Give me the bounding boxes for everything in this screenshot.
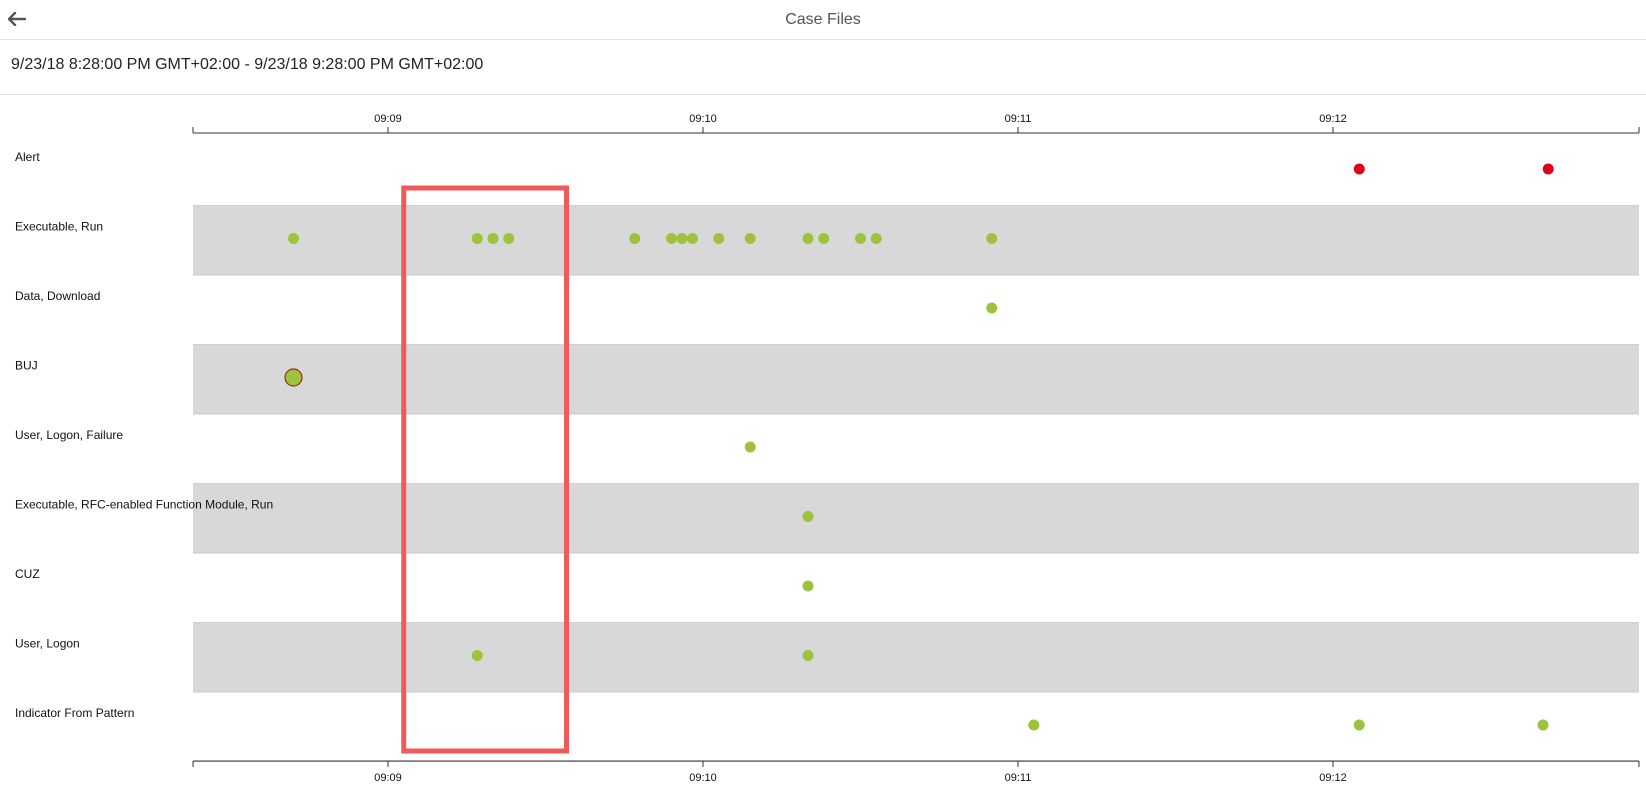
event-dot[interactable] bbox=[802, 580, 814, 592]
page-title: Case Files bbox=[785, 11, 861, 28]
event-dot[interactable] bbox=[802, 650, 814, 661]
event-dot[interactable] bbox=[487, 233, 499, 244]
row-label: User, Logon bbox=[15, 637, 80, 651]
timeline-chart: Alert Executable, Run Data, Download BUJ Use… bbox=[15, 113, 1640, 784]
top-tick-label: 09:10 bbox=[689, 113, 717, 125]
bottom-tick-label: 09:12 bbox=[1319, 772, 1347, 784]
event-dot[interactable] bbox=[802, 233, 814, 244]
time-range-text[interactable]: 9/23/18 8:28:00 PM GMT+02:00 - 9/23/18 9… bbox=[11, 56, 483, 74]
row-label: Executable, RFC-enabled Function Module,… bbox=[15, 498, 273, 512]
top-tick-label: 09:12 bbox=[1319, 113, 1347, 125]
event-dot[interactable] bbox=[986, 302, 998, 314]
event-dot[interactable] bbox=[471, 233, 483, 244]
event-dot[interactable] bbox=[855, 233, 866, 244]
row-label: Alert bbox=[15, 150, 40, 164]
bottom-tick-label: 09:09 bbox=[374, 772, 402, 784]
title-bar: Case Files bbox=[0, 0, 1646, 40]
event-dot[interactable] bbox=[288, 233, 299, 244]
event-dot[interactable] bbox=[1353, 719, 1365, 731]
row-label: User, Logon, Failure bbox=[15, 428, 123, 442]
row-label: Data, Download bbox=[15, 289, 100, 303]
event-bubble[interactable] bbox=[284, 368, 303, 387]
event-dot[interactable] bbox=[744, 441, 756, 453]
bottom-tick-label: 09:10 bbox=[689, 772, 717, 784]
event-dot[interactable] bbox=[744, 233, 756, 244]
event-dot[interactable] bbox=[1028, 719, 1040, 731]
event-dot[interactable] bbox=[666, 233, 677, 244]
event-dot[interactable] bbox=[986, 233, 998, 244]
row-label: CUZ bbox=[15, 567, 40, 581]
event-dot[interactable] bbox=[503, 233, 515, 244]
row-band bbox=[193, 483, 1639, 553]
event-dot[interactable] bbox=[471, 650, 483, 661]
alert-event-dot[interactable] bbox=[1353, 163, 1365, 175]
event-dot[interactable] bbox=[1537, 719, 1549, 731]
time-range-bar: 9/23/18 8:28:00 PM GMT+02:00 - 9/23/18 9… bbox=[0, 40, 1646, 95]
event-dot[interactable] bbox=[713, 233, 725, 244]
row-band bbox=[193, 622, 1639, 692]
event-dot[interactable] bbox=[629, 233, 641, 244]
top-tick-label: 09:11 bbox=[1005, 113, 1032, 125]
row-band bbox=[193, 344, 1639, 414]
row-label: Executable, Run bbox=[15, 220, 103, 234]
row-band bbox=[193, 205, 1639, 275]
event-dot[interactable] bbox=[802, 511, 814, 522]
event-dot[interactable] bbox=[818, 233, 830, 244]
row-label: Indicator From Pattern bbox=[15, 706, 134, 720]
row-label: BUJ bbox=[15, 359, 38, 373]
bottom-tick-label: 09:11 bbox=[1005, 772, 1032, 784]
top-tick-label: 09:09 bbox=[374, 113, 402, 125]
event-dot[interactable] bbox=[870, 233, 882, 244]
alert-event-dot[interactable] bbox=[1542, 163, 1554, 175]
event-dot[interactable] bbox=[687, 233, 698, 244]
event-dot[interactable] bbox=[676, 233, 688, 244]
